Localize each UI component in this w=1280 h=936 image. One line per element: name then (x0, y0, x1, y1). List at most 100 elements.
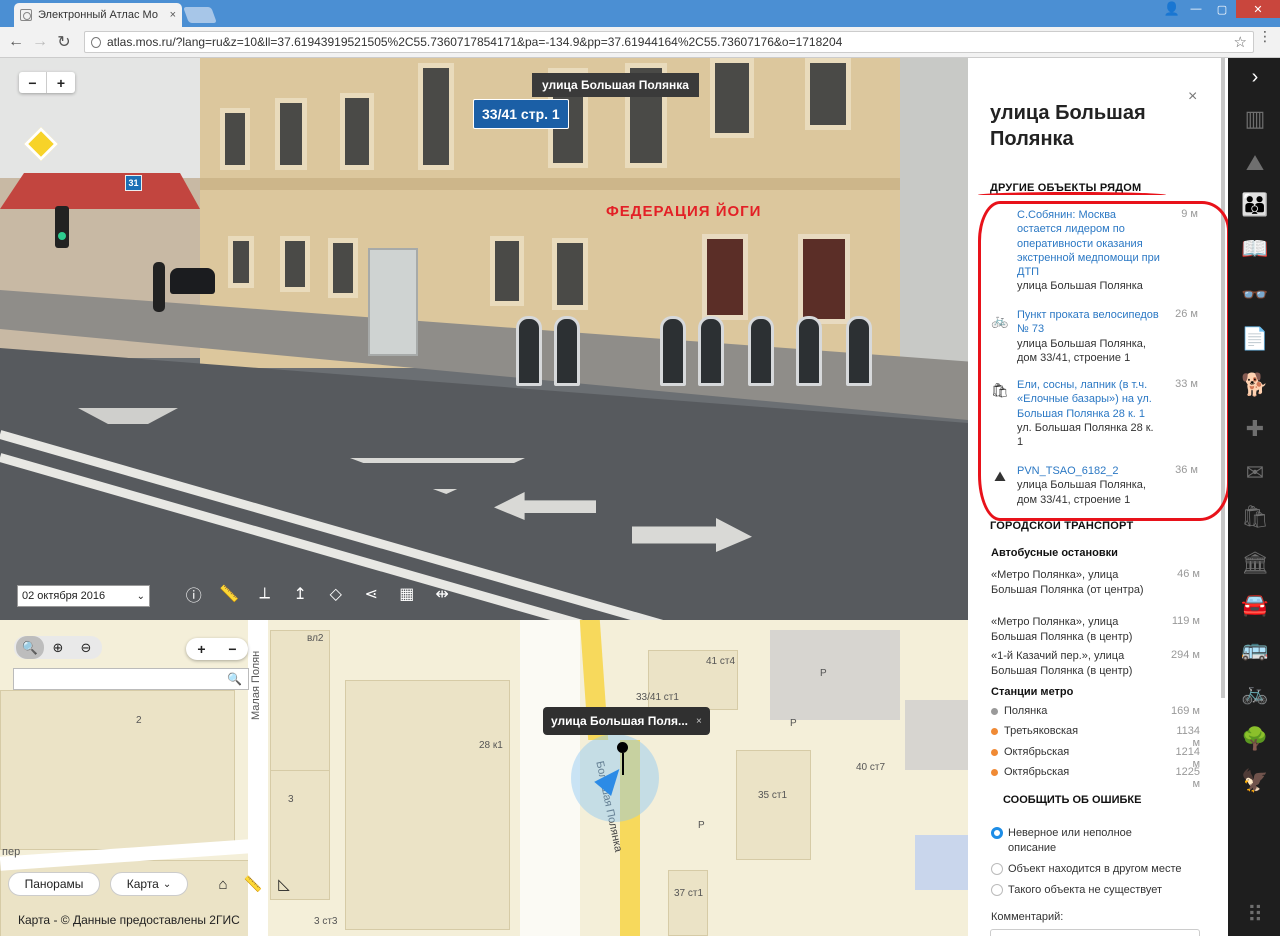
medical-cross-icon[interactable]: ✚ (1240, 414, 1270, 444)
metro-station-item[interactable]: Октябрьская (991, 766, 1069, 778)
house-number-sign: 33/41 стр. 1 (473, 99, 569, 129)
tab-close-icon[interactable]: × (170, 9, 176, 21)
metro-station-item[interactable]: Октябрьская (991, 746, 1069, 758)
map-tooltip-text: улица Большая Поля... (551, 714, 688, 728)
window-minimize-button[interactable]: — (1184, 0, 1208, 18)
map-house-label: 40 ст7 (856, 762, 886, 773)
glasses-icon[interactable]: 👓 (1240, 280, 1270, 310)
tooltip-close-icon[interactable]: × (696, 716, 702, 727)
window (280, 236, 310, 292)
map-search-input[interactable]: 🔍 (13, 668, 249, 690)
map-zoom-in-button[interactable]: + (186, 638, 217, 660)
forward-arrow-icon[interactable]: → (28, 30, 52, 54)
document-icon[interactable]: 📄 (1240, 324, 1270, 354)
metro-station-item[interactable]: Полянка (991, 705, 1047, 717)
reload-icon[interactable]: ↻ (52, 30, 76, 54)
comment-field[interactable] (990, 929, 1200, 936)
rental-bike (554, 316, 580, 386)
browser-menu-icon[interactable]: ⋮ (1258, 29, 1272, 43)
share-icon[interactable]: ⋖ (354, 582, 390, 606)
map-house-label: 35 ст1 (758, 790, 788, 801)
browser-tab-strip: Электронный Атлас Мо × 👤 — ▢ ✕ (0, 0, 1280, 27)
address-bar[interactable]: atlas.mos.ru/?lang=ru&z=10&ll=37.6194391… (84, 31, 1254, 53)
area-measure-icon[interactable]: ◺ (274, 874, 294, 894)
url-text[interactable]: atlas.mos.ru/?lang=ru&z=10&ll=37.6194391… (107, 35, 1253, 49)
map-house-label: 41 ст4 (706, 656, 736, 667)
area-icon[interactable]: ◇ (318, 582, 354, 606)
panorama-street-label: улица Большая Полянка (532, 73, 699, 97)
radio-button[interactable] (991, 884, 1003, 896)
window (328, 238, 358, 298)
map-parking-label: Р (820, 668, 827, 679)
building-icon[interactable]: ▥ (1240, 104, 1270, 134)
map-street-label: Малая Полян (250, 650, 262, 720)
car-icon[interactable]: 🚘 (1240, 590, 1270, 620)
bus-stop-item[interactable]: «1-й Казачий пер.», улица Большая Полянк… (991, 649, 1151, 678)
window-maximize-button[interactable]: ▢ (1210, 0, 1234, 18)
angle-icon[interactable]: ⟂ (247, 582, 283, 606)
panorama-zoom-in-button[interactable]: + (47, 72, 75, 93)
shopping-bags-icon[interactable]: 🛍 (1240, 502, 1270, 532)
window-close-button[interactable]: ✕ (1236, 0, 1280, 18)
tree-icon[interactable]: 🌳 (1240, 724, 1270, 754)
chevron-right-icon[interactable]: › (1240, 62, 1270, 92)
metro-line-dot (991, 727, 998, 735)
home-icon[interactable]: ⌂ (213, 874, 233, 894)
red-annotation-underline (978, 192, 1166, 198)
rental-bike (660, 316, 686, 386)
page-info-icon[interactable] (91, 36, 101, 48)
metro-station-item[interactable]: Третьяковская (991, 725, 1078, 737)
bus-stop-item[interactable]: «Метро Полянка», улица Большая Полянка (… (991, 615, 1151, 644)
coat-of-arms-icon[interactable]: 🦅 (1240, 766, 1270, 796)
map-tool-group: 🔍 ⊕ ⊖ (14, 636, 102, 659)
map-type-select[interactable]: Карта ⌄ (110, 872, 188, 896)
map-zoom-out-tool-icon[interactable]: ⊖ (72, 636, 100, 659)
apps-grid-icon[interactable]: ⠿ (1240, 900, 1270, 930)
shop-sign: ФЕДЕРАЦИЯ ЙОГИ (606, 203, 762, 220)
dog-icon[interactable]: 🐕 (1240, 370, 1270, 400)
new-tab-button[interactable] (183, 7, 217, 23)
ruler-icon[interactable]: 📏 (212, 582, 248, 606)
browser-tab[interactable]: Электронный Атлас Мо × (14, 3, 182, 27)
rental-bike (748, 316, 774, 386)
ruler-icon[interactable]: 📏 (243, 874, 263, 894)
rental-bike (698, 316, 724, 386)
split-icon[interactable]: ⇹ (425, 582, 461, 606)
book-icon[interactable]: 📖 (1240, 234, 1270, 264)
map-marker-icon[interactable] (617, 742, 628, 753)
map-zoom-in-tool-icon[interactable]: ⊕ (44, 636, 72, 659)
radio-button[interactable] (991, 827, 1003, 839)
people-icon[interactable]: 👪 (1240, 190, 1270, 220)
metro-line-dot (991, 707, 998, 715)
street-panorama[interactable]: 31 ФЕДЕРАЦИЯ ЙОГИ (0, 58, 968, 620)
panorama-zoom-out-button[interactable]: − (19, 72, 47, 93)
user-profile-icon[interactable]: 👤 (1160, 0, 1184, 18)
map-type-label: Карта (126, 877, 159, 891)
report-option-radio[interactable]: Неверное или неполное описание (991, 826, 1151, 855)
museum-icon[interactable]: 🏛 (1240, 548, 1270, 578)
report-option-radio[interactable]: Такого объекта не существует (991, 883, 1162, 898)
search-icon[interactable]: 🔍 (227, 672, 242, 686)
grid-icon[interactable]: ▦ (389, 582, 425, 606)
map-tooltip[interactable]: улица Большая Поля... × (543, 707, 710, 735)
map-zoom-out-button[interactable]: − (217, 638, 248, 660)
panorama-date-select[interactable]: 02 октября 2016 ⌄ (17, 585, 150, 607)
bookmark-star-icon[interactable]: ☆ (1234, 33, 1247, 51)
bus-stop-item[interactable]: «Метро Полянка», улица Большая Полянка (… (991, 568, 1151, 597)
map-layers-icon[interactable]: ⛰ (1240, 148, 1270, 178)
metro-header: Станции метро (991, 686, 1074, 698)
window (228, 236, 254, 288)
back-arrow-icon[interactable]: ← (4, 30, 28, 54)
bicycle-icon[interactable]: 🚲 (1240, 678, 1270, 708)
radio-button[interactable] (991, 863, 1003, 875)
bus-icon[interactable]: 🚌 (1240, 634, 1270, 664)
chevron-down-icon: ⌄ (136, 590, 145, 602)
report-option-radio[interactable]: Объект находится в другом месте (991, 862, 1181, 877)
panoramas-button[interactable]: Панорамы (8, 872, 100, 896)
height-icon[interactable]: ↥ (283, 582, 319, 606)
vote-icon[interactable]: ✉ (1240, 458, 1270, 488)
map-search-tool-icon[interactable]: 🔍 (16, 636, 44, 659)
info-icon[interactable]: ⓘ (176, 582, 212, 606)
rental-bike (846, 316, 872, 386)
rental-bike (516, 316, 542, 386)
